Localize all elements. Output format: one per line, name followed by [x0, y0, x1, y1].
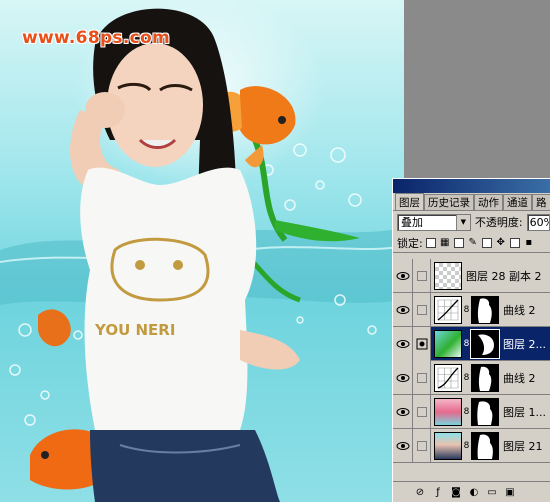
link-icon[interactable]: ⊘ [413, 486, 427, 500]
panel-titlebar[interactable] [393, 179, 550, 193]
eye-icon[interactable] [393, 360, 413, 395]
chain-icon: 8 [463, 406, 470, 417]
layer-mask-thumbnail[interactable] [470, 328, 500, 359]
photo-canvas: YOU NERI www.68ps.com [0, 0, 404, 502]
layers-panel: 图层 历史记录 动作 通道 路 叠加 ▼ 不透明度: 60% 锁定: ▦ ✎ ✥… [392, 178, 550, 502]
layer-thumbnail [434, 397, 462, 426]
layer-row[interactable]: 8 图层 1... [393, 394, 550, 429]
lock-icon: ▪ [525, 237, 533, 248]
brush-indicator-icon [416, 338, 427, 349]
layer-thumbnail [434, 329, 462, 358]
lock-image-checkbox[interactable] [453, 237, 464, 248]
chain-icon: 8 [463, 338, 470, 349]
tab-history[interactable]: 历史记录 [424, 194, 474, 210]
link-slot [416, 406, 427, 417]
brush-icon: ✎ [468, 237, 477, 248]
layer-row[interactable]: 8 图层 21 [393, 428, 550, 463]
tab-actions[interactable]: 动作 [474, 194, 503, 210]
svg-text:YOU NERI: YOU NERI [94, 321, 175, 339]
layer-link-toggle[interactable] [413, 360, 431, 395]
tab-paths[interactable]: 路 [532, 194, 550, 210]
new-layer-icon[interactable]: ▣ [503, 486, 517, 500]
checker-icon: ▦ [439, 237, 450, 248]
layer-name: 图层 2... [503, 337, 546, 351]
layer-mask-thumbnail[interactable] [471, 363, 499, 392]
chain-icon: 8 [463, 440, 470, 451]
link-slot [416, 270, 427, 281]
layer-name: 曲线 2 [503, 303, 536, 317]
opacity-input[interactable]: 60% [526, 213, 550, 231]
eye-icon[interactable] [393, 258, 413, 293]
layer-list: 图层 28 副本 2 8 曲线 2 8 图层 2... 8 曲线 2 8 图层 … [393, 258, 550, 463]
eye-icon[interactable] [393, 326, 413, 361]
panel-tabs: 图层 历史记录 动作 通道 路 [393, 193, 550, 211]
layer-name: 曲线 2 [503, 371, 536, 385]
chevron-down-icon[interactable]: ▼ [455, 214, 470, 230]
chain-icon: 8 [463, 304, 470, 315]
folder-icon[interactable]: ▭ [485, 486, 499, 500]
layer-mask-thumbnail[interactable] [471, 431, 499, 460]
link-slot [416, 372, 427, 383]
layer-link-toggle[interactable] [413, 258, 431, 293]
eye-icon[interactable] [393, 394, 413, 429]
layer-mask-thumbnail[interactable] [471, 295, 499, 324]
layer-row[interactable]: 8 曲线 2 [393, 292, 550, 327]
eye-icon[interactable] [393, 292, 413, 327]
lock-position-checkbox[interactable] [481, 237, 492, 248]
tab-channels[interactable]: 通道 [503, 194, 532, 210]
photo-illustration: YOU NERI [0, 8, 404, 502]
adjustment-icon[interactable]: ◐ [467, 486, 481, 500]
layer-row[interactable]: 8 图层 2... [393, 326, 550, 361]
opacity-label: 不透明度: [474, 216, 523, 229]
layer-link-toggle[interactable] [413, 394, 431, 429]
eye-icon[interactable] [393, 428, 413, 463]
mask-icon[interactable]: ◙ [449, 486, 463, 500]
layer-link-toggle[interactable] [413, 428, 431, 463]
opacity-value: 60% [529, 215, 549, 229]
layer-thumbnail [434, 431, 462, 460]
layer-link-toggle[interactable] [413, 326, 431, 361]
blend-mode-select[interactable]: 叠加 ▼ [397, 213, 471, 231]
link-slot [416, 304, 427, 315]
chain-icon: 8 [463, 372, 470, 383]
layer-row[interactable]: 图层 28 副本 2 [393, 258, 550, 293]
layer-link-toggle[interactable] [413, 292, 431, 327]
layer-name: 图层 1... [503, 405, 546, 419]
lock-all-checkbox[interactable] [509, 237, 520, 248]
layer-name: 图层 28 副本 2 [466, 269, 542, 283]
watermark-text: www.68ps.com [22, 28, 170, 48]
lock-row: 锁定: ▦ ✎ ✥ ▪ [393, 233, 550, 253]
layer-mask-thumbnail[interactable] [471, 397, 499, 426]
move-icon: ✥ [496, 237, 505, 248]
curves-icon [434, 295, 462, 324]
lock-label: 锁定: [397, 236, 423, 250]
tab-layers[interactable]: 图层 [395, 193, 424, 210]
curves-icon [434, 363, 462, 392]
link-slot [416, 440, 427, 451]
layer-name: 图层 21 [503, 439, 543, 453]
blend-row: 叠加 ▼ 不透明度: 60% [393, 211, 550, 233]
layer-row[interactable]: 8 曲线 2 [393, 360, 550, 395]
blend-mode-value: 叠加 [401, 216, 423, 229]
lock-transparency-checkbox[interactable] [425, 237, 436, 248]
layer-thumbnail [434, 261, 462, 290]
layers-bottom-bar: ⊘ ƒ ◙ ◐ ▭ ▣ [393, 481, 550, 502]
style-icon[interactable]: ƒ [431, 486, 445, 500]
